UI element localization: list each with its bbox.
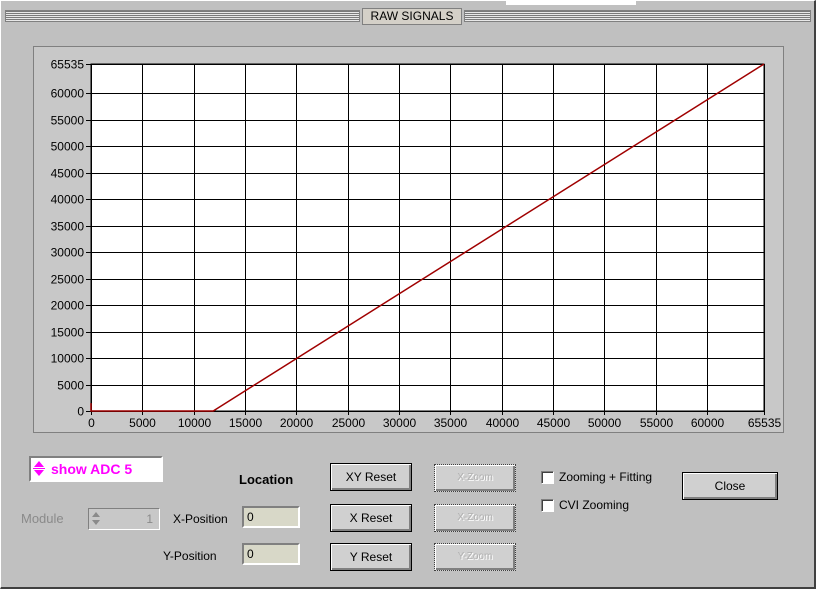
title-bar: RAW SIGNALS bbox=[5, 7, 811, 26]
title-stripes-right bbox=[464, 10, 811, 22]
x-zoom-button: X-Zoom bbox=[434, 504, 516, 532]
y-tick-label: 30000 bbox=[51, 246, 85, 260]
x-tick-label: 55000 bbox=[640, 416, 674, 430]
xy-reset-button[interactable]: XY Reset bbox=[330, 463, 412, 491]
x-tick-label: 30000 bbox=[383, 416, 417, 430]
cvi-zooming-box[interactable] bbox=[541, 498, 554, 512]
raw-signals-graph[interactable]: 0 5000 10000 15000 20000 25000 30000 35000 40000… bbox=[34, 47, 785, 434]
x-tick-label: 35000 bbox=[434, 416, 468, 430]
y-tick-label: 10000 bbox=[51, 352, 85, 366]
x-tick-label: 0 bbox=[88, 416, 95, 430]
y-tick-label: 25000 bbox=[51, 273, 85, 287]
xy-zoom-button: X-Zoom bbox=[434, 464, 516, 492]
y-position-field[interactable] bbox=[242, 543, 300, 565]
window-title: RAW SIGNALS bbox=[362, 8, 462, 25]
close-button[interactable]: Close bbox=[682, 472, 778, 500]
y-tick-label: 65535 bbox=[51, 58, 85, 72]
y-tick-label: 55000 bbox=[51, 114, 85, 128]
title-stripes-left bbox=[5, 10, 360, 22]
location-title: Location bbox=[239, 472, 294, 487]
y-tick-label: 5000 bbox=[57, 379, 84, 393]
y-position-label: Y-Position bbox=[163, 549, 217, 563]
x-reset-button[interactable]: X Reset bbox=[330, 504, 412, 532]
adc-selector-label: show ADC 5 bbox=[51, 461, 133, 477]
up-down-arrows-icon[interactable] bbox=[33, 460, 45, 478]
zooming-fitting-checkbox[interactable]: Zooming + Fitting bbox=[541, 470, 652, 484]
x-tick-label: 25000 bbox=[332, 416, 366, 430]
module-value: 1 bbox=[146, 512, 153, 526]
x-tick-label: 20000 bbox=[280, 416, 314, 430]
x-tick-label: 5000 bbox=[129, 416, 156, 430]
zooming-fitting-label: Zooming + Fitting bbox=[559, 470, 653, 484]
spin-down-icon bbox=[92, 520, 100, 525]
module-label: Module bbox=[21, 511, 64, 526]
x-position-label: X-Position bbox=[173, 512, 228, 526]
cvi-zooming-checkbox[interactable]: CVI Zooming bbox=[541, 498, 629, 512]
top-tab-strip bbox=[506, 1, 636, 5]
y-tick-label: 45000 bbox=[51, 167, 85, 181]
y-tick-label: 35000 bbox=[51, 220, 85, 234]
x-tick-label: 15000 bbox=[229, 416, 263, 430]
y-tick-label: 15000 bbox=[51, 326, 85, 340]
module-stepper: 1 bbox=[88, 508, 160, 530]
raw-signals-window: RAW SIGNALS 0 5000 10000 15000 20000 25000 300… bbox=[0, 0, 816, 589]
x-tick-label: 65535 bbox=[748, 416, 782, 430]
graph-panel[interactable]: 0 5000 10000 15000 20000 25000 30000 35000 40000… bbox=[33, 46, 784, 433]
x-tick-label: 45000 bbox=[537, 416, 571, 430]
x-tick-label: 10000 bbox=[178, 416, 212, 430]
y-tick-label: 50000 bbox=[51, 140, 85, 154]
x-tick-label: 40000 bbox=[486, 416, 520, 430]
y-tick-label: 20000 bbox=[51, 299, 85, 313]
y-zoom-button: Y-Zoom bbox=[434, 543, 516, 571]
spin-up-icon bbox=[92, 512, 100, 517]
y-tick-label: 40000 bbox=[51, 193, 85, 207]
cvi-zooming-label: CVI Zooming bbox=[559, 498, 630, 512]
x-tick-label: 50000 bbox=[588, 416, 622, 430]
adc-selector-ring[interactable]: show ADC 5 bbox=[29, 456, 163, 482]
y-reset-button[interactable]: Y Reset bbox=[330, 543, 412, 571]
y-tick-label: 60000 bbox=[51, 87, 85, 101]
y-tick-label: 0 bbox=[77, 405, 84, 419]
x-tick-label: 60000 bbox=[691, 416, 725, 430]
x-position-field[interactable] bbox=[242, 506, 300, 528]
zooming-fitting-box[interactable] bbox=[541, 470, 554, 484]
